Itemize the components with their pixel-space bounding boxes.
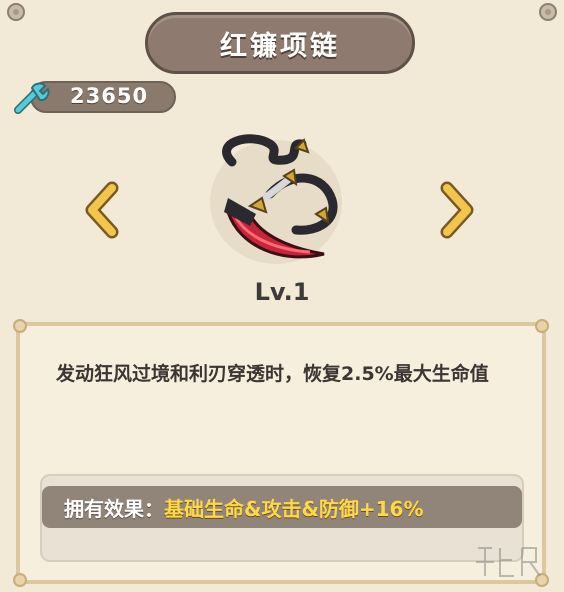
- owned-effect-bar: 拥有效果： 基础生命&攻击&防御+16%: [42, 486, 522, 528]
- corner-dot-right: [539, 3, 557, 21]
- currency-display: 23650: [12, 80, 177, 114]
- item-icon-scythe-necklace: [210, 134, 342, 264]
- title-banner: 红镰项链: [145, 12, 415, 74]
- panel-stud: [535, 319, 549, 333]
- panel-stud: [13, 573, 27, 587]
- item-description: 发动狂风过境和利刃穿透时，恢复2.5%最大生命值: [56, 363, 489, 385]
- wrench-icon: [14, 82, 50, 114]
- currency-amount: 23650: [70, 84, 149, 108]
- owned-effect-value: 基础生命&攻击&防御+16%: [164, 496, 424, 521]
- item-level: Lv.1: [254, 278, 310, 306]
- owned-effect-box: 拥有效果： 基础生命&攻击&防御+16%: [40, 474, 524, 562]
- chevron-right-icon[interactable]: [435, 180, 479, 240]
- owned-effect-label: 拥有效果：: [64, 496, 164, 521]
- chevron-left-icon[interactable]: [80, 180, 124, 240]
- item-detail-panel: 发动狂风过境和利刃穿透时，恢复2.5%最大生命值 拥有效果： 基础生命&攻击&防…: [13, 319, 549, 587]
- watermark-logo: [476, 547, 541, 577]
- corner-dot-left: [7, 3, 25, 21]
- page-title: 红镰项链: [220, 30, 340, 62]
- panel-stud: [13, 319, 27, 333]
